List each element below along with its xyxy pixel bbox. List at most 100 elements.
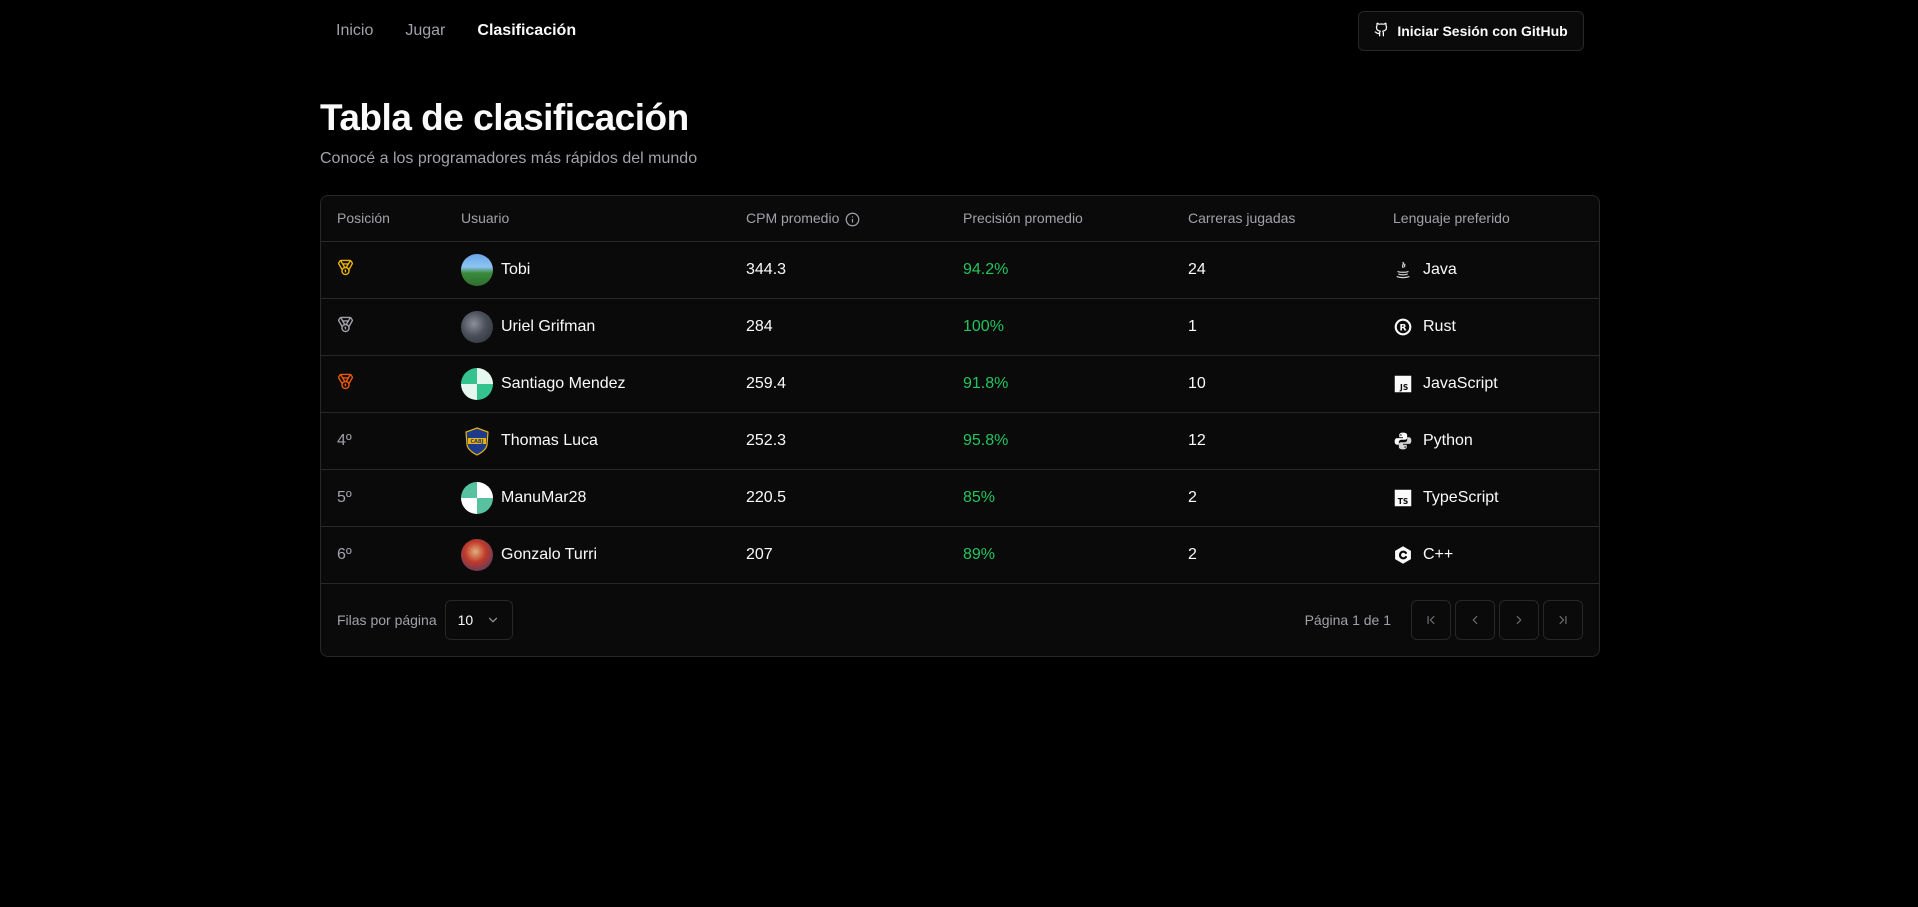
gold-medal-icon (337, 259, 354, 276)
language-cell: JS JavaScript (1377, 355, 1599, 412)
user-info: Santiago Mendez (461, 367, 730, 400)
header-language: Lenguaje preferido (1393, 210, 1510, 227)
rust-icon: R (1393, 317, 1413, 337)
language-cell: Java (1377, 241, 1599, 298)
table-row: Santiago Mendez 259.4 91.8% 10 JS JavaScript (321, 355, 1599, 412)
cpm-cell: 259.4 (746, 374, 787, 392)
user-info: CABJ Thomas Luca (461, 424, 730, 457)
page-info: Página 1 de 1 (1304, 611, 1391, 628)
language-info: Python (1393, 431, 1599, 451)
info-icon[interactable] (845, 212, 860, 227)
username[interactable]: Santiago Mendez (501, 375, 626, 393)
chevron-right-icon (1516, 615, 1522, 624)
cpp-icon (1393, 545, 1413, 565)
user-cell: Gonzalo Turri (445, 526, 730, 583)
cpm-cell: 220.5 (746, 488, 787, 506)
username[interactable]: Thomas Luca (501, 432, 598, 450)
github-icon (1374, 22, 1389, 40)
precision-cell: 94.2% (963, 260, 1009, 278)
language-cell: R Rust (1377, 298, 1599, 355)
rows-per-page-value: 10 (457, 611, 474, 628)
next-page-button[interactable] (1499, 599, 1539, 640)
avatar (461, 310, 493, 343)
user-cell: Santiago Mendez (445, 355, 730, 412)
position-text: 6º (337, 545, 352, 563)
silver-medal-icon (337, 316, 354, 333)
leaderboard-card: Posición Usuario CPM promedio Precisión … (320, 195, 1600, 657)
user-info: ManuMar28 (461, 481, 730, 514)
language-name: Rust (1423, 317, 1456, 335)
bronze-medal-icon (337, 373, 354, 390)
language-cell: Python (1377, 412, 1599, 469)
user-cell: CABJ Thomas Luca (445, 412, 730, 469)
precision-cell: 85% (963, 488, 996, 506)
position-cell (321, 298, 445, 355)
avatar: CABJ (461, 424, 493, 457)
races-cell: 2 (1188, 488, 1197, 506)
precision-cell: 91.8% (963, 374, 1009, 392)
position-cell: 6º (321, 526, 445, 583)
races-cell: 1 (1188, 317, 1197, 335)
header-user: Usuario (461, 210, 510, 227)
position-cell (321, 355, 445, 412)
rows-per-page-select[interactable]: 10 (444, 599, 513, 640)
svg-text:TS: TS (1398, 497, 1409, 506)
leaderboard-table: Posición Usuario CPM promedio Precisión … (321, 196, 1599, 584)
user-cell: ManuMar28 (445, 469, 730, 526)
page-subtitle: Conocé a los programadores más rápidos d… (320, 150, 698, 167)
avatar (461, 367, 493, 400)
table-header-row: Posición Usuario CPM promedio Precisión … (321, 196, 1599, 241)
header-cpm: CPM promedio (730, 196, 947, 241)
precision-cell: 100% (963, 317, 1004, 335)
username[interactable]: Gonzalo Turri (501, 546, 597, 564)
avatar (461, 538, 493, 571)
username[interactable]: Tobi (501, 261, 530, 279)
header-races: Carreras jugadas (1188, 210, 1296, 227)
language-cell: C++ (1377, 526, 1599, 583)
position-text: 4º (337, 431, 352, 449)
language-cell: TS TypeScript (1377, 469, 1599, 526)
chevrons-right-icon (1559, 615, 1567, 624)
typescript-icon: TS (1393, 488, 1413, 508)
username[interactable]: ManuMar28 (501, 489, 586, 507)
pagination-footer: Filas por página 10 Página 1 de 1 (321, 583, 1599, 656)
header-precision: Precisión promedio (963, 210, 1083, 227)
cpm-cell: 284 (746, 317, 773, 335)
chevrons-left-icon (1427, 615, 1435, 624)
github-login-button[interactable]: Iniciar Sesión con GitHub (1358, 11, 1584, 51)
last-page-button[interactable] (1543, 599, 1583, 640)
user-cell: Uriel Grifman (445, 298, 730, 355)
position-cell (321, 241, 445, 298)
previous-page-button[interactable] (1455, 599, 1495, 640)
precision-cell: 89% (963, 545, 996, 563)
user-info: Gonzalo Turri (461, 538, 730, 571)
table-row: 5º ManuMar28 220.5 85% 2 TS TypeScript (321, 469, 1599, 526)
table-row: 6º Gonzalo Turri 207 89% 2 C++ (321, 526, 1599, 583)
nav-link-inicio[interactable]: Inicio (336, 22, 373, 40)
races-cell: 24 (1188, 260, 1206, 278)
svg-text:JS: JS (1399, 383, 1408, 392)
user-info: Tobi (461, 253, 730, 286)
avatar (461, 253, 493, 286)
races-cell: 2 (1188, 545, 1197, 563)
table-row: Tobi 344.3 94.2% 24 Java (321, 241, 1599, 298)
avatar (461, 481, 493, 514)
precision-cell: 95.8% (963, 431, 1009, 449)
rows-per-page-label: Filas por página (337, 611, 437, 628)
cpm-cell: 252.3 (746, 431, 787, 449)
nav-link-clasificacion[interactable]: Clasificación (477, 22, 576, 40)
user-info: Uriel Grifman (461, 310, 730, 343)
table-row: 4º CABJ Thomas Luca 252.3 95.8% 12 Python (321, 412, 1599, 469)
language-name: JavaScript (1423, 374, 1498, 392)
username[interactable]: Uriel Grifman (501, 318, 595, 336)
position-cell: 5º (321, 469, 445, 526)
first-page-button[interactable] (1411, 599, 1451, 640)
races-cell: 12 (1188, 431, 1206, 449)
svg-text:CABJ: CABJ (470, 439, 483, 445)
chevron-down-icon (488, 617, 497, 622)
top-nav: Inicio Jugar Clasificación Iniciar Sesió… (320, 0, 1600, 62)
races-cell: 10 (1188, 374, 1206, 392)
language-name: Java (1423, 260, 1457, 278)
header-cpm-label: CPM promedio (746, 209, 840, 226)
nav-link-jugar[interactable]: Jugar (405, 22, 445, 40)
